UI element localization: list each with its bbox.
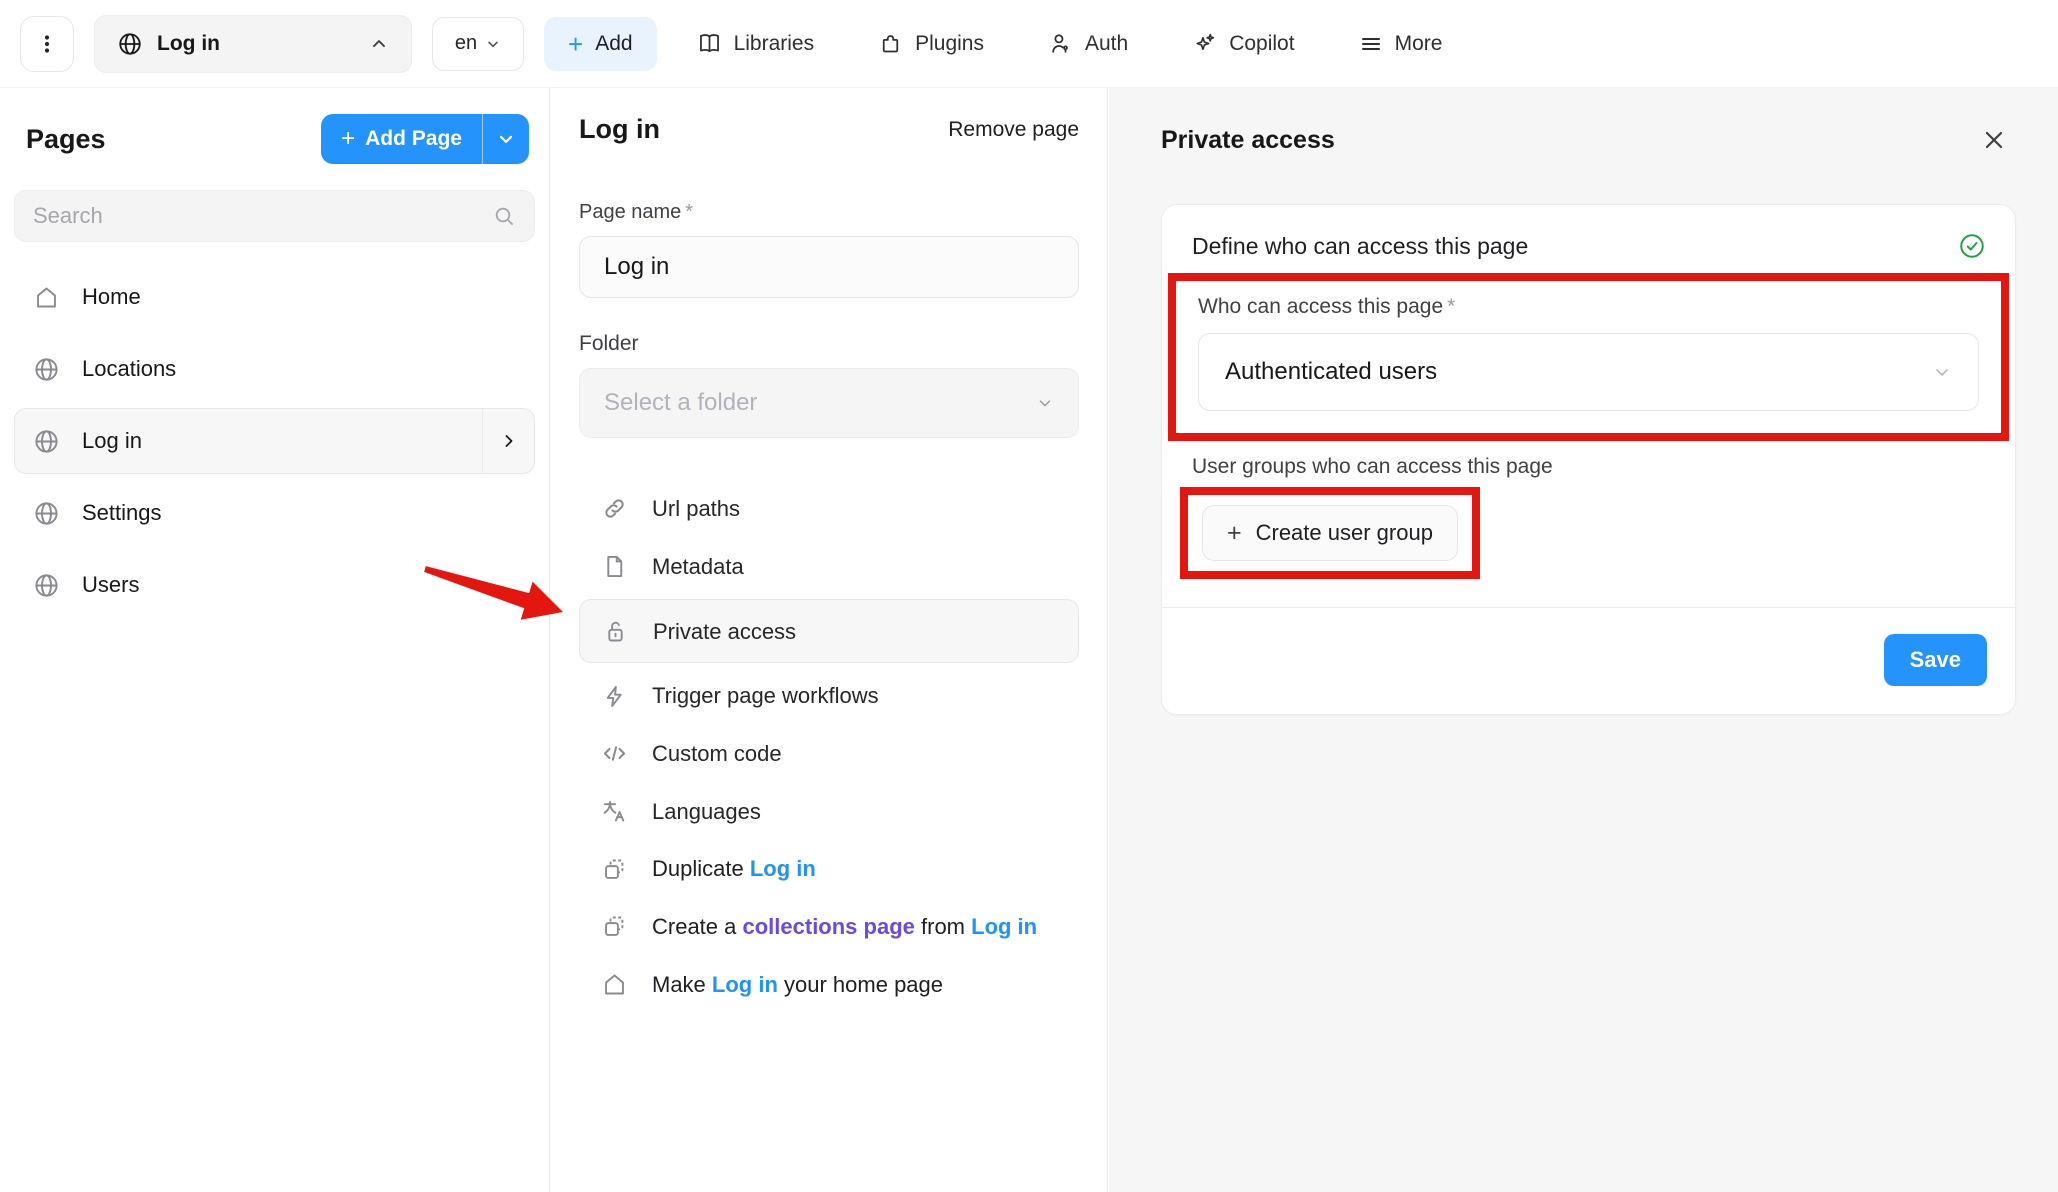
duplicate-icon xyxy=(601,913,628,940)
person-icon xyxy=(1048,31,1073,56)
pages-search xyxy=(14,190,535,242)
chevron-down-icon xyxy=(485,36,501,52)
folder-placeholder: Select a folder xyxy=(604,389,758,416)
add-page-button[interactable]: + Add Page xyxy=(321,114,483,164)
sparkles-icon xyxy=(1192,31,1217,56)
add-button[interactable]: + Add xyxy=(544,16,657,71)
option-custom-code[interactable]: Custom code xyxy=(579,725,1079,783)
user-groups-label: User groups who can access this page xyxy=(1192,455,1553,478)
option-trigger-page-workflows[interactable]: Trigger page workflows xyxy=(579,667,1079,725)
app-window: Log in en + Add Libraries Plugins Auth C… xyxy=(0,0,2058,1192)
annotation-rectangle-create-group: + Create user group xyxy=(1180,487,1480,579)
plus-icon: + xyxy=(568,28,584,59)
sidebar-item-settings[interactable]: Settings xyxy=(14,480,535,546)
page-options-list: Url paths Metadata Private access Trigge… xyxy=(579,480,1079,1014)
page-name-input[interactable] xyxy=(579,236,1079,298)
current-page-dropdown[interactable]: Log in xyxy=(94,14,412,73)
chevron-down-icon xyxy=(496,129,516,149)
remove-page-button[interactable]: Remove page xyxy=(948,118,1079,142)
nav-item-libraries[interactable]: Libraries xyxy=(697,31,814,56)
option-duplicate-page[interactable]: Duplicate Log in xyxy=(579,840,1079,898)
menu-icon xyxy=(1359,32,1383,56)
chevron-down-icon xyxy=(1932,362,1952,382)
close-button[interactable] xyxy=(1972,118,2016,162)
access-select[interactable]: Authenticated users xyxy=(1198,333,1979,411)
panel-title: Private access xyxy=(1161,125,1335,154)
globe-icon xyxy=(33,428,60,455)
language-dropdown[interactable]: en xyxy=(432,16,524,71)
book-icon xyxy=(697,31,722,56)
search-icon xyxy=(492,204,516,228)
sidebar-item-log-in[interactable]: Log in xyxy=(14,408,535,474)
globe-icon xyxy=(33,356,60,383)
sidebar-item-home[interactable]: Home xyxy=(14,264,535,330)
private-access-card: Define who can access this page Who can … xyxy=(1161,204,2016,715)
page-details-chevron-button[interactable] xyxy=(482,409,534,473)
private-access-panel: Private access Define who can access thi… xyxy=(1109,88,2058,1192)
duplicate-icon xyxy=(601,856,628,883)
page-settings-panel: Log in Remove page Page name* Folder Sel… xyxy=(551,88,1108,1192)
pages-list: Home Locations Log in Settings Users xyxy=(14,264,535,618)
top-bar: Log in en + Add Libraries Plugins Auth C… xyxy=(0,0,2058,88)
globe-icon xyxy=(117,31,143,57)
nav-item-copilot[interactable]: Copilot xyxy=(1192,31,1295,56)
globe-icon xyxy=(33,500,60,527)
chevron-right-icon xyxy=(499,431,519,451)
plus-icon: + xyxy=(1227,518,1242,547)
option-metadata[interactable]: Metadata xyxy=(579,538,1079,596)
add-page-caret-button[interactable] xyxy=(483,114,529,164)
plus-icon: + xyxy=(341,125,356,152)
section-heading: Define who can access this page xyxy=(1192,232,1529,259)
chevron-up-icon xyxy=(369,34,389,54)
annotation-rectangle-access: Who can access this page * Authenticated … xyxy=(1168,273,2009,441)
search-input[interactable] xyxy=(33,203,492,229)
top-navigation: Libraries Plugins Auth Copilot More xyxy=(697,31,1442,56)
lock-open-icon xyxy=(602,618,629,645)
nav-item-auth[interactable]: Auth xyxy=(1048,31,1128,56)
current-page-label: Log in xyxy=(157,31,220,55)
globe-icon xyxy=(33,572,60,599)
option-private-access[interactable]: Private access xyxy=(579,599,1079,664)
option-create-collections-page[interactable]: Create a collections page from Log in xyxy=(579,898,1079,956)
translate-icon xyxy=(601,798,628,825)
link-icon xyxy=(601,495,628,522)
folder-select[interactable]: Select a folder xyxy=(579,368,1079,438)
nav-item-plugins[interactable]: Plugins xyxy=(878,31,984,56)
nav-item-more[interactable]: More xyxy=(1359,32,1442,56)
close-icon xyxy=(1981,127,2007,153)
option-make-home-page[interactable]: Make Log in your home page xyxy=(579,956,1079,1014)
page-name-label: Page name * xyxy=(579,201,694,223)
access-label: Who can access this page * xyxy=(1198,295,1456,318)
kebab-menu-button[interactable] xyxy=(20,15,74,72)
add-page-split-button: + Add Page xyxy=(321,114,529,164)
file-icon xyxy=(601,553,628,580)
language-label: en xyxy=(454,32,478,54)
check-circle-icon xyxy=(1957,231,1987,261)
home-icon xyxy=(33,284,60,311)
sidebar-item-locations[interactable]: Locations xyxy=(14,336,535,402)
option-languages[interactable]: Languages xyxy=(579,783,1079,841)
chevron-down-icon xyxy=(1036,394,1054,412)
sidebar-title: Pages xyxy=(26,123,106,154)
save-button[interactable]: Save xyxy=(1883,634,1987,686)
puzzle-icon xyxy=(878,31,903,56)
bolt-icon xyxy=(601,683,628,710)
home-icon xyxy=(601,971,628,998)
access-select-value: Authenticated users xyxy=(1225,358,1438,385)
pages-sidebar: Pages + Add Page Search Home Locations L… xyxy=(0,88,550,1192)
page-title: Log in xyxy=(579,114,660,144)
code-icon xyxy=(601,740,628,767)
sidebar-item-users[interactable]: Users xyxy=(14,552,535,618)
kebab-icon xyxy=(35,32,59,56)
option-url-paths[interactable]: Url paths xyxy=(579,480,1079,538)
folder-label: Folder xyxy=(579,332,639,355)
create-user-group-button[interactable]: + Create user group xyxy=(1202,505,1458,561)
